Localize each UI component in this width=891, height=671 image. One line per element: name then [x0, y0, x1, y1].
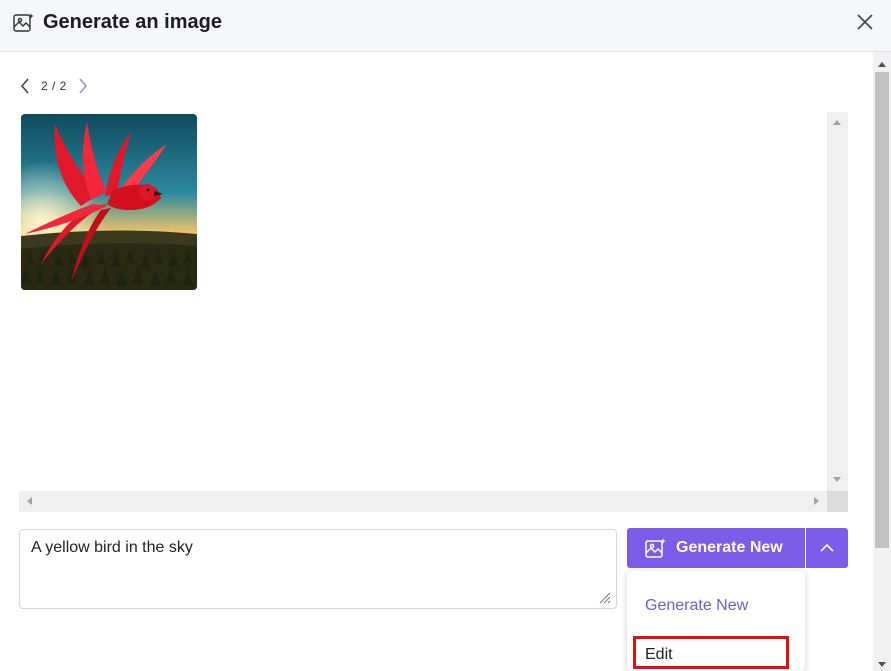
image-gallery — [19, 112, 827, 491]
dialog-header: Generate an image — [0, 0, 891, 52]
prompt-input[interactable]: A yellow bird in the sky — [19, 529, 617, 609]
generate-options-menu: Generate New Edit — [627, 571, 805, 671]
chevron-left-icon[interactable] — [19, 77, 31, 95]
scroll-up-icon[interactable] — [833, 120, 841, 125]
page-count: 2 / 2 — [41, 79, 67, 93]
close-icon[interactable] — [855, 12, 875, 32]
generate-new-label: Generate New — [676, 539, 783, 556]
generated-image[interactable] — [21, 114, 197, 290]
generate-new-button[interactable]: Generate New — [627, 528, 805, 568]
image-pager: 2 / 2 — [19, 77, 89, 95]
scroll-right-icon[interactable] — [814, 497, 819, 505]
page-scrollbar[interactable] — [873, 52, 891, 671]
menu-item-edit[interactable]: Edit — [633, 636, 789, 669]
image-sparkle-icon — [645, 538, 666, 558]
resize-grip-icon[interactable] — [597, 590, 611, 604]
chevron-up-icon — [820, 543, 834, 552]
gallery-horizontal-scrollbar[interactable] — [19, 491, 827, 512]
generate-options-button[interactable] — [806, 528, 848, 568]
scrollbar-corner — [827, 491, 848, 512]
scroll-down-icon[interactable] — [833, 477, 841, 482]
dialog-title: Generate an image — [43, 11, 222, 33]
scrollbar-thumb[interactable] — [875, 72, 889, 548]
chevron-right-icon[interactable] — [77, 77, 89, 95]
menu-item-generate-new[interactable]: Generate New — [645, 597, 748, 615]
scroll-up-icon[interactable] — [878, 62, 886, 67]
scroll-left-icon[interactable] — [27, 497, 32, 505]
gallery-vertical-scrollbar[interactable] — [827, 112, 848, 491]
image-sparkle-icon — [13, 13, 34, 32]
scroll-down-icon[interactable] — [878, 662, 886, 667]
